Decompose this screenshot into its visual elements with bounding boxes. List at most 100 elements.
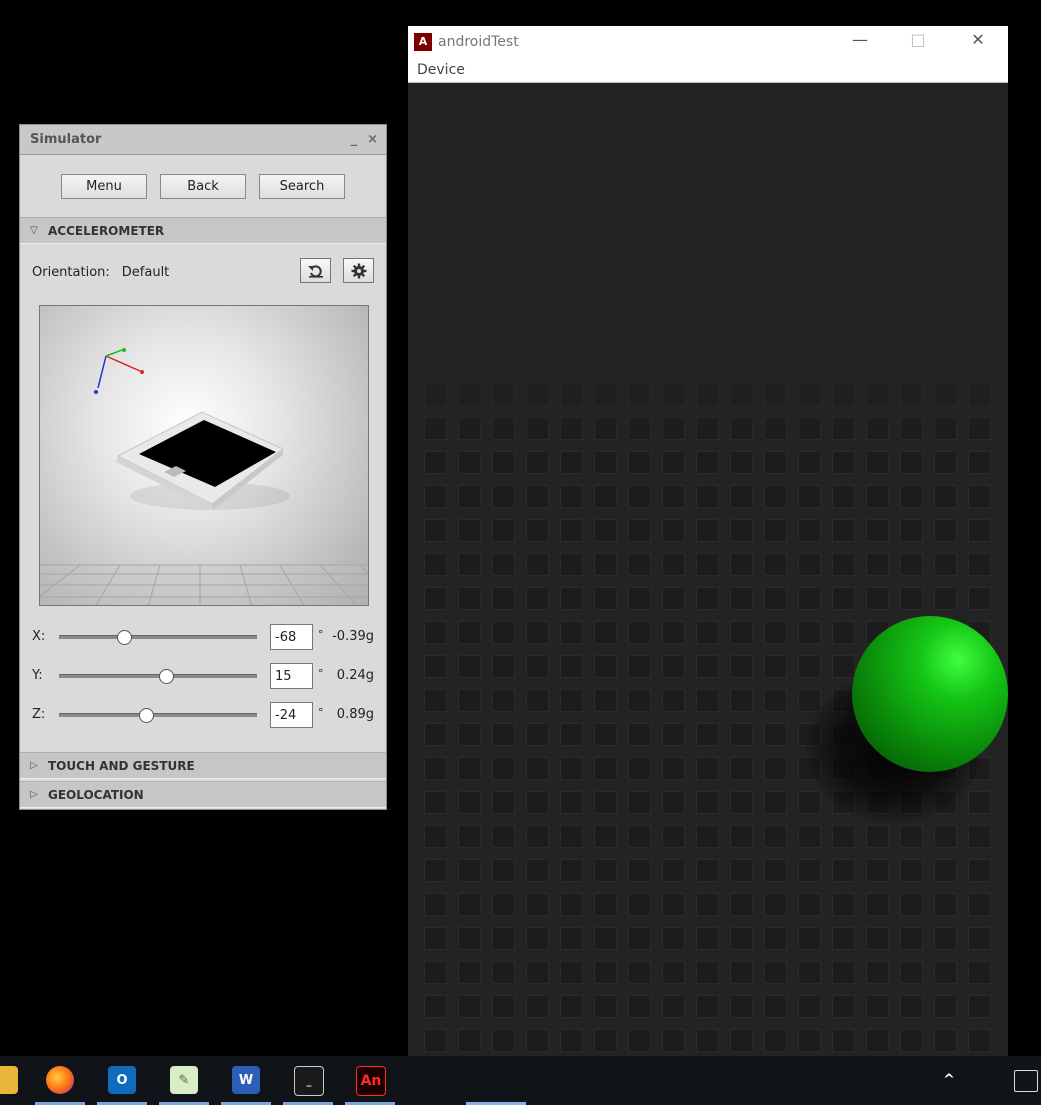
grid-tile <box>730 995 753 1018</box>
x-value-input[interactable]: -68 <box>270 623 313 650</box>
grid-tile <box>968 1029 991 1052</box>
touch-gesture-section-header[interactable]: ▷ TOUCH AND GESTURE <box>20 752 386 779</box>
accelerometer-section-header[interactable]: ▽ ACCELEROMETER <box>20 217 386 244</box>
grid-tile <box>662 1029 685 1052</box>
gear-icon <box>351 263 366 278</box>
grid-tile <box>798 655 821 678</box>
minimize-window-button[interactable]: — <box>840 30 880 49</box>
grid-tile <box>492 451 515 474</box>
firefox-icon[interactable] <box>46 1066 74 1094</box>
grid-tile <box>458 893 481 916</box>
grid-tile <box>832 519 855 542</box>
device-screen[interactable] <box>408 83 1008 1082</box>
grid-tile <box>594 655 617 678</box>
x-slider-thumb[interactable] <box>117 629 133 645</box>
grid-tile <box>526 927 549 950</box>
grid-tile <box>424 757 447 780</box>
z-value-input[interactable]: -24 <box>270 701 313 728</box>
grid-tile <box>560 451 583 474</box>
chevron-up-icon[interactable]: ^ <box>940 1066 958 1094</box>
grid-tile <box>492 587 515 610</box>
grid-tile <box>934 825 957 848</box>
search-button[interactable]: Search <box>259 173 345 199</box>
grid-tile <box>560 893 583 916</box>
grid-tile <box>696 519 719 542</box>
outlook-icon[interactable]: O <box>108 1066 136 1094</box>
grid-tile <box>560 519 583 542</box>
grid-tile <box>526 451 549 474</box>
grid-tile <box>628 757 651 780</box>
grid-tile <box>866 519 889 542</box>
x-degree-symbol: ° <box>318 628 324 641</box>
z-g-value: 0.89g <box>336 707 374 722</box>
grid-tile <box>424 893 447 916</box>
settings-button[interactable] <box>343 258 374 283</box>
grid-tile <box>832 893 855 916</box>
grid-tile <box>628 451 651 474</box>
reset-orientation-button[interactable] <box>300 258 331 283</box>
x-slider-row: X: -68 ° -0.39g <box>20 617 386 656</box>
grid-tile <box>968 893 991 916</box>
grid-tile <box>526 689 549 712</box>
simulator-title-bar[interactable]: Simulator _ × <box>20 125 386 155</box>
grid-tile <box>900 859 923 882</box>
grid-tile <box>866 859 889 882</box>
grid-tile <box>798 587 821 610</box>
grid-tile <box>492 791 515 814</box>
grid-tile <box>696 757 719 780</box>
z-slider-track[interactable] <box>59 707 257 723</box>
z-slider-thumb[interactable] <box>139 707 155 723</box>
grid-tile <box>764 689 787 712</box>
grid-tile <box>696 859 719 882</box>
grid-tile <box>492 757 515 780</box>
device-3d-viewport[interactable] <box>39 305 369 606</box>
file-explorer-icon[interactable] <box>0 1066 18 1094</box>
y-slider-row: Y: 15 ° 0.24g <box>20 656 386 695</box>
minimize-icon[interactable]: _ <box>351 132 358 147</box>
back-button[interactable]: Back <box>160 173 246 199</box>
close-icon[interactable]: × <box>367 132 378 147</box>
grid-tile <box>458 451 481 474</box>
notepad-plus-icon[interactable]: ✎ <box>170 1066 198 1094</box>
grid-tile <box>900 825 923 848</box>
grid-tile <box>628 553 651 576</box>
menu-button[interactable]: Menu <box>61 173 147 199</box>
grid-tile <box>560 1029 583 1052</box>
device-menu[interactable]: Device <box>417 62 465 78</box>
grid-tile <box>560 927 583 950</box>
grid-tile <box>764 485 787 508</box>
window-menu-bar: Device <box>408 57 1008 83</box>
terminal-icon[interactable]: _ <box>294 1066 324 1096</box>
animate-icon[interactable]: An <box>356 1066 386 1096</box>
grid-tile <box>628 1029 651 1052</box>
grid-tile <box>662 757 685 780</box>
animate-app-icon: A <box>414 32 432 51</box>
grid-tile <box>900 553 923 576</box>
grid-tile <box>458 825 481 848</box>
simulator-title: Simulator <box>30 132 102 147</box>
grid-tile <box>424 655 447 678</box>
y-slider-track[interactable] <box>59 668 257 684</box>
grid-tile <box>662 519 685 542</box>
grid-tile <box>594 553 617 576</box>
y-value-input[interactable]: 15 <box>270 662 313 689</box>
grid-tile <box>594 995 617 1018</box>
grid-tile <box>866 587 889 610</box>
grid-tile <box>424 825 447 848</box>
y-slider-thumb[interactable] <box>158 668 174 684</box>
grid-tile <box>934 485 957 508</box>
grid-tile <box>900 893 923 916</box>
grid-tile <box>526 791 549 814</box>
maximize-window-button[interactable]: □ <box>898 30 938 49</box>
geolocation-section-header[interactable]: ▷ GEOLOCATION <box>20 781 386 808</box>
simulator-panel: Simulator _ × Menu Back Search ▽ ACCELER… <box>19 124 387 810</box>
word-icon[interactable]: W <box>232 1066 260 1094</box>
grid-tile <box>696 961 719 984</box>
touch-gesture-label: TOUCH AND GESTURE <box>48 758 195 773</box>
notification-icon[interactable] <box>1014 1070 1038 1092</box>
close-window-button[interactable]: ✕ <box>958 30 998 49</box>
grid-tile <box>526 961 549 984</box>
x-slider-track[interactable] <box>59 629 257 645</box>
window-title-bar[interactable]: A androidTest — □ ✕ <box>408 26 1008 57</box>
grid-tile <box>866 485 889 508</box>
